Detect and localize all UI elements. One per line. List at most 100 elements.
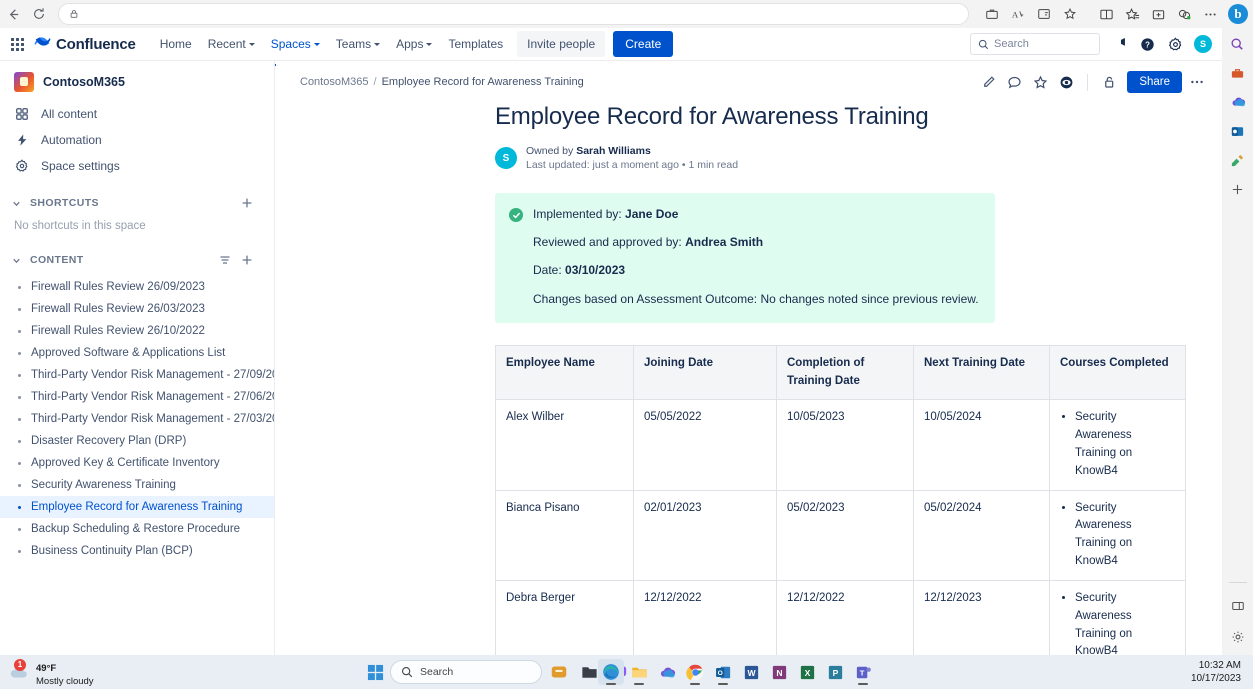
invite-people-button[interactable]: Invite people [517, 31, 605, 57]
onedrive-icon[interactable] [654, 659, 680, 685]
space-header[interactable]: ContosoM365 [0, 61, 274, 101]
split-pane-icon[interactable] [1228, 596, 1248, 616]
search-input[interactable]: Search [970, 33, 1100, 55]
confluence-logo[interactable]: Confluence [34, 33, 136, 55]
content-tree-item[interactable]: Firewall Rules Review 26/10/2022 [0, 320, 274, 342]
page-actions: Share [977, 71, 1208, 93]
edge-icon[interactable] [598, 659, 624, 685]
nav-item-apps[interactable]: Apps [388, 31, 440, 57]
owned-by-prefix: Owned by [526, 145, 573, 157]
bing-copilot-icon[interactable]: b [1228, 4, 1248, 24]
content-section-header[interactable]: CONTENT [0, 244, 274, 276]
back-arrow-icon[interactable] [0, 1, 26, 27]
split-screen-icon[interactable] [1146, 2, 1171, 26]
settings-gear-icon[interactable] [1228, 627, 1248, 647]
briefcase-icon[interactable] [979, 2, 1004, 26]
windows-start-icon[interactable] [364, 661, 386, 683]
cell-next-training-date: 12/12/2023 [914, 580, 1050, 655]
chevron-down-icon[interactable] [6, 250, 26, 270]
excel-icon[interactable]: X [794, 659, 820, 685]
gear-icon[interactable] [1166, 35, 1184, 53]
avatar[interactable]: S [1194, 35, 1212, 53]
content-tree-item[interactable]: Disaster Recovery Plan (DRP) [0, 430, 274, 452]
sidebar-item-all-content[interactable]: All content [0, 101, 274, 127]
outlook-icon[interactable]: O [710, 659, 736, 685]
content-tree-item[interactable]: Firewall Rules Review 26/03/2023 [0, 298, 274, 320]
content-tree-item[interactable]: Third-Party Vendor Risk Management - 27/… [0, 364, 274, 386]
reload-icon[interactable] [26, 1, 52, 27]
add-tool-icon[interactable] [1228, 179, 1248, 199]
content-tree-item[interactable]: Firewall Rules Review 26/09/2023 [0, 276, 274, 298]
content-tree-item[interactable]: Business Continuity Plan (BCP) [0, 540, 274, 562]
notifications-bell-icon[interactable] [1110, 35, 1128, 53]
plus-icon[interactable] [240, 196, 254, 210]
collections-icon[interactable] [1094, 2, 1119, 26]
breadcrumb-space[interactable]: ContosoM365 [300, 76, 369, 88]
content-tree-item[interactable]: Approved Key & Certificate Inventory [0, 452, 274, 474]
content-tree-item[interactable]: Security Awareness Training [0, 474, 274, 496]
share-button[interactable]: Share [1127, 71, 1182, 93]
bullet-icon [18, 374, 21, 377]
browser-essentials-icon[interactable] [1172, 2, 1197, 26]
sidebar-item-automation[interactable]: Automation [0, 127, 274, 153]
more-ellipsis-icon[interactable] [1186, 71, 1208, 93]
help-question-icon[interactable]: ? [1138, 35, 1156, 53]
nav-item-recent[interactable]: Recent [200, 31, 263, 57]
briefcase-copilot-icon[interactable] [1228, 63, 1248, 83]
nav-item-templates[interactable]: Templates [440, 31, 511, 57]
file-explorer-folder-icon[interactable] [626, 659, 652, 685]
comment-icon[interactable] [1003, 71, 1025, 93]
taskbar-clock[interactable]: 10:32 AM 10/17/2023 [1191, 659, 1253, 686]
owner-name[interactable]: Sarah Williams [576, 145, 651, 157]
designer-icon[interactable] [1228, 150, 1248, 170]
page-toolbar: ContosoM365 / Employee Record for Awaren… [276, 61, 1222, 103]
star-icon[interactable] [1029, 71, 1051, 93]
sidebar-item-label: All content [41, 107, 97, 121]
taskbar-search-input[interactable]: Search [390, 660, 542, 684]
app-switcher-icon[interactable] [6, 33, 28, 55]
nav-item-spaces[interactable]: Spaces [263, 31, 328, 57]
pencil-edit-icon[interactable] [977, 71, 999, 93]
svg-text:X: X [804, 667, 810, 677]
create-button[interactable]: Create [613, 31, 673, 57]
eye-watch-icon[interactable] [1055, 71, 1077, 93]
favorites-bar-icon[interactable] [1120, 2, 1145, 26]
content-tree-item[interactable]: Third-Party Vendor Risk Management - 27/… [0, 386, 274, 408]
cell-completion-date: 12/12/2022 [777, 580, 914, 655]
teams-icon[interactable]: T [850, 659, 876, 685]
sidebar-item-space-settings[interactable]: Space settings [0, 153, 274, 179]
filter-icon[interactable] [218, 253, 232, 267]
word-icon[interactable]: W [738, 659, 764, 685]
onenote-icon[interactable]: N [766, 659, 792, 685]
chevron-down-icon [374, 43, 380, 46]
bullet-icon [18, 418, 21, 421]
chevron-down-icon[interactable] [6, 193, 26, 213]
content-tree-item[interactable]: Approved Software & Applications List [0, 342, 274, 364]
settings-more-icon[interactable] [1198, 2, 1223, 26]
read-aloud-icon[interactable]: A [1005, 2, 1030, 26]
content-tree-item[interactable]: Employee Record for Awareness Training [0, 496, 274, 518]
browser-chrome: A b [0, 0, 1253, 28]
weather-widget[interactable]: 1 49°F Mostly cloudy [0, 658, 94, 687]
chrome-icon[interactable] [682, 659, 708, 685]
shortcuts-section-header[interactable]: SHORTCUTS [0, 187, 274, 219]
outlook-icon[interactable] [1228, 121, 1248, 141]
content-tree-item[interactable]: Third-Party Vendor Risk Management - 27/… [0, 408, 274, 430]
avatar[interactable]: S [495, 147, 517, 169]
confluence-nav-right: Search ? S [970, 33, 1212, 55]
nav-item-teams[interactable]: Teams [328, 31, 388, 57]
copilot-icon[interactable] [546, 659, 572, 685]
powerpoint-icon[interactable]: P [822, 659, 848, 685]
content-tree-item[interactable]: Backup Scheduling & Restore Procedure [0, 518, 274, 540]
shortcuts-empty-text: No shortcuts in this space [0, 219, 274, 238]
search-icon[interactable] [1228, 34, 1248, 54]
plus-icon[interactable] [240, 253, 254, 267]
address-bar[interactable] [58, 3, 969, 25]
lock-restrictions-icon[interactable] [1098, 71, 1120, 93]
info-panel-lines: Implemented by: Jane DoeReviewed and app… [533, 206, 979, 307]
nav-item-home[interactable]: Home [152, 31, 200, 57]
immersive-reader-icon[interactable] [1031, 2, 1056, 26]
onedrive-icon[interactable] [1228, 92, 1248, 112]
favorite-star-icon[interactable] [1057, 2, 1082, 26]
confluence-wordmark: Confluence [56, 36, 136, 53]
